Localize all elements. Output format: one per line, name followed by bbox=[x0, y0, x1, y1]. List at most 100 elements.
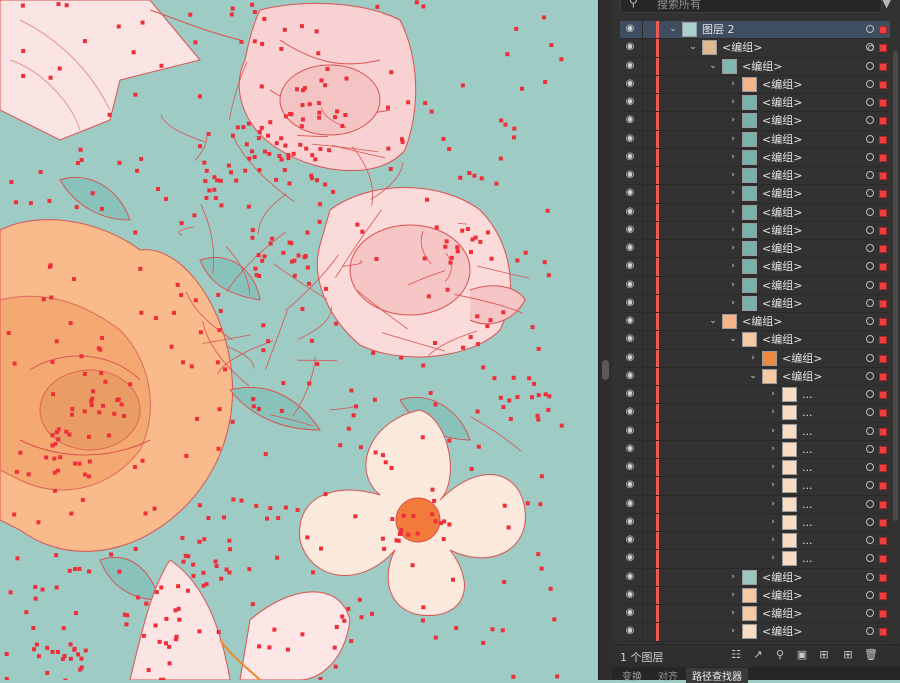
anchor-point[interactable] bbox=[307, 282, 311, 286]
anchor-point[interactable] bbox=[547, 394, 551, 398]
anchor-point[interactable] bbox=[284, 506, 288, 510]
visibility-eye-icon[interactable]: ◉ bbox=[623, 534, 637, 546]
anchor-point[interactable] bbox=[268, 506, 272, 510]
anchor-point[interactable] bbox=[50, 360, 54, 364]
anchor-point[interactable] bbox=[262, 17, 266, 21]
anchor-point[interactable] bbox=[58, 67, 62, 71]
visibility-eye-icon[interactable]: ◉ bbox=[623, 96, 637, 108]
lock-toggle[interactable] bbox=[642, 605, 657, 622]
new-sublayer-icon[interactable]: ⊞ bbox=[817, 648, 831, 661]
anchor-point[interactable] bbox=[324, 492, 328, 496]
anchor-point[interactable] bbox=[520, 87, 524, 91]
lock-toggle[interactable] bbox=[642, 386, 657, 403]
selection-square[interactable] bbox=[879, 154, 887, 162]
anchor-point[interactable] bbox=[349, 639, 353, 643]
anchor-point[interactable] bbox=[494, 182, 498, 186]
anchor-point[interactable] bbox=[125, 613, 129, 617]
anchor-point[interactable] bbox=[70, 413, 74, 417]
anchor-point[interactable] bbox=[132, 50, 136, 54]
layer-row[interactable]: ◉⌄图层 2 bbox=[620, 21, 890, 39]
chevron-right-icon[interactable]: › bbox=[728, 169, 738, 182]
layer-row[interactable]: ◉⌄<编组> bbox=[620, 39, 890, 57]
anchor-point[interactable] bbox=[117, 161, 121, 165]
chevron-right-icon[interactable]: › bbox=[728, 297, 738, 310]
anchor-point[interactable] bbox=[73, 567, 77, 571]
anchor-point[interactable] bbox=[269, 241, 273, 245]
anchor-point[interactable] bbox=[51, 433, 55, 437]
lock-toggle[interactable] bbox=[642, 185, 657, 202]
anchor-point[interactable] bbox=[334, 322, 338, 326]
anchor-point[interactable] bbox=[41, 588, 45, 592]
anchor-point[interactable] bbox=[466, 227, 470, 231]
chevron-down-icon[interactable]: ⌄ bbox=[708, 60, 718, 73]
selection-square[interactable] bbox=[879, 99, 887, 107]
lock-toggle[interactable] bbox=[642, 295, 657, 312]
anchor-point[interactable] bbox=[191, 563, 195, 567]
anchor-point[interactable] bbox=[346, 607, 350, 611]
target-circle-icon[interactable] bbox=[866, 98, 874, 106]
anchor-point[interactable] bbox=[304, 147, 308, 151]
selection-square[interactable] bbox=[879, 245, 887, 253]
anchor-point[interactable] bbox=[176, 283, 180, 287]
lock-toggle[interactable] bbox=[642, 313, 657, 330]
layer-row[interactable]: ◉›... bbox=[620, 386, 890, 404]
anchor-point[interactable] bbox=[308, 102, 312, 106]
panel-divider[interactable] bbox=[598, 0, 613, 680]
artboard-canvas[interactable] bbox=[0, 0, 600, 680]
anchor-point[interactable] bbox=[384, 460, 388, 464]
anchor-point[interactable] bbox=[260, 84, 264, 88]
scroll-thumb[interactable] bbox=[893, 51, 898, 521]
layer-row[interactable]: ◉›... bbox=[620, 514, 890, 532]
chevron-right-icon[interactable]: › bbox=[768, 443, 778, 456]
anchor-point[interactable] bbox=[147, 668, 151, 672]
visibility-eye-icon[interactable]: ◉ bbox=[623, 114, 637, 126]
anchor-point[interactable] bbox=[236, 125, 240, 129]
layer-row[interactable]: ◉›<编组> bbox=[620, 94, 890, 112]
anchor-point[interactable] bbox=[153, 507, 157, 511]
anchor-point[interactable] bbox=[91, 389, 95, 393]
anchor-point[interactable] bbox=[381, 453, 385, 457]
visibility-eye-icon[interactable]: ◉ bbox=[623, 498, 637, 510]
anchor-point[interactable] bbox=[532, 382, 536, 386]
chevron-down-icon[interactable]: ⌄ bbox=[708, 315, 718, 328]
anchor-point[interactable] bbox=[251, 397, 255, 401]
anchor-point[interactable] bbox=[406, 100, 410, 104]
anchor-point[interactable] bbox=[159, 585, 163, 589]
tab-pathfinder[interactable]: 路径查找器 bbox=[686, 668, 748, 683]
anchor-point[interactable] bbox=[421, 618, 425, 622]
anchor-point[interactable] bbox=[227, 164, 231, 168]
anchor-point[interactable] bbox=[358, 598, 362, 602]
anchor-point[interactable] bbox=[374, 257, 378, 261]
chevron-right-icon[interactable]: › bbox=[768, 534, 778, 547]
anchor-point[interactable] bbox=[442, 137, 446, 141]
anchor-point[interactable] bbox=[515, 395, 519, 399]
anchor-point[interactable] bbox=[503, 123, 507, 127]
anchor-point[interactable] bbox=[266, 134, 270, 138]
lock-toggle[interactable] bbox=[642, 550, 657, 567]
anchor-point[interactable] bbox=[73, 462, 77, 466]
layer-row[interactable]: ◉⌄<编组> bbox=[620, 313, 890, 331]
selection-square[interactable] bbox=[879, 209, 887, 217]
anchor-point[interactable] bbox=[50, 443, 54, 447]
anchor-point[interactable] bbox=[347, 427, 351, 431]
anchor-point[interactable] bbox=[512, 127, 516, 131]
target-circle-icon[interactable] bbox=[866, 80, 874, 88]
layer-row[interactable]: ◉›<编组> bbox=[620, 605, 890, 623]
anchor-point[interactable] bbox=[257, 168, 261, 172]
anchor-point[interactable] bbox=[511, 675, 515, 679]
visibility-eye-icon[interactable]: ◉ bbox=[623, 315, 637, 327]
anchor-point[interactable] bbox=[230, 12, 234, 16]
anchor-point[interactable] bbox=[219, 203, 223, 207]
anchor-point[interactable] bbox=[423, 101, 427, 105]
anchor-point[interactable] bbox=[87, 569, 91, 573]
anchor-point[interactable] bbox=[430, 110, 434, 114]
lock-toggle[interactable] bbox=[642, 167, 657, 184]
anchor-point[interactable] bbox=[450, 256, 454, 260]
anchor-point[interactable] bbox=[537, 393, 541, 397]
anchor-point[interactable] bbox=[97, 410, 101, 414]
layer-row[interactable]: ◉›... bbox=[620, 477, 890, 495]
target-circle-icon[interactable] bbox=[866, 390, 874, 398]
anchor-point[interactable] bbox=[544, 392, 548, 396]
anchor-point[interactable] bbox=[128, 382, 132, 386]
anchor-point[interactable] bbox=[386, 106, 390, 110]
